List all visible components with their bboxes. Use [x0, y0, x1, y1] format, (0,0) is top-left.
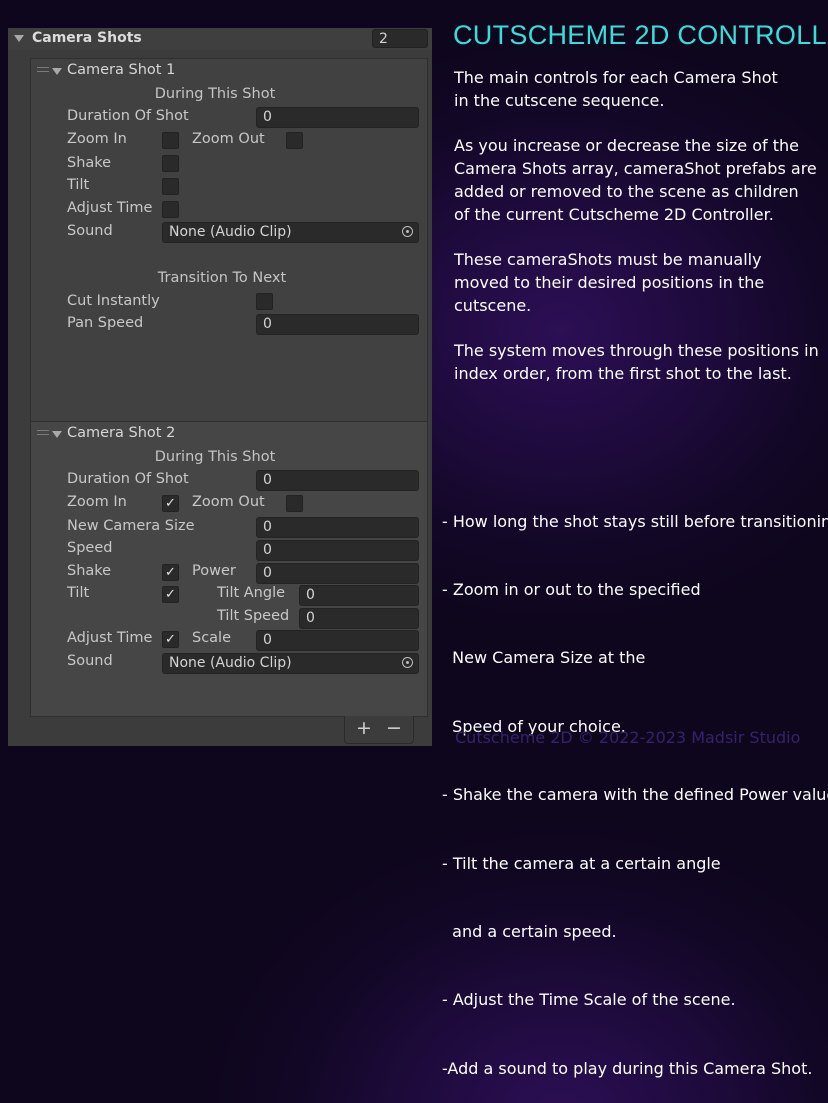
adjust-time-checkbox[interactable]: ✓	[162, 631, 179, 648]
speed-label: Speed	[67, 540, 113, 556]
tilt-angle-field[interactable]: 0	[299, 585, 419, 606]
during-this-shot-header: During This Shot	[154, 86, 276, 102]
shake-label: Shake	[67, 563, 112, 579]
object-picker-icon[interactable]	[402, 657, 413, 668]
zoom-in-label: Zoom In	[67, 131, 127, 147]
array-size-field[interactable]: 2	[372, 29, 428, 48]
list-item: and a certain speed.	[442, 921, 617, 941]
shake-checkbox[interactable]: ✓	[162, 564, 179, 581]
shake-label: Shake	[67, 155, 112, 171]
list-item: - How long the shot stays still before t…	[442, 511, 828, 531]
zoom-in-label: Zoom In	[67, 494, 127, 510]
tilt-angle-label: Tilt Angle	[217, 585, 286, 601]
power-label: Power	[192, 563, 236, 579]
foldout-arrow-icon[interactable]	[52, 431, 62, 438]
list-item: - Zoom in or out to the specified	[442, 579, 701, 599]
new-camera-size-field[interactable]: 0	[256, 517, 419, 538]
sound-value: None (Audio Clip)	[169, 655, 292, 671]
zoom-out-label: Zoom Out	[192, 494, 265, 510]
speed-field[interactable]: 0	[256, 540, 419, 561]
list-item: New Camera Size at the	[442, 648, 646, 668]
remove-element-button[interactable]: −	[384, 717, 404, 739]
zoom-out-checkbox[interactable]	[286, 495, 303, 512]
camera-shots-inspector: Camera Shots 2 Camera Shot 1 During This…	[8, 28, 432, 746]
sound-label: Sound	[67, 223, 113, 239]
doc-paragraph-1: The main controls for each Camera Shot i…	[454, 68, 778, 110]
duration-field[interactable]: 0	[256, 107, 419, 128]
pan-speed-label: Pan Speed	[67, 315, 144, 331]
sound-label: Sound	[67, 653, 113, 669]
list-item: - Shake the camera with the defined Powe…	[442, 785, 828, 805]
drag-handle-icon[interactable]	[37, 430, 49, 435]
shot-title: Camera Shot 1	[67, 62, 176, 78]
pan-speed-field[interactable]: 0	[256, 314, 419, 335]
camera-shots-header[interactable]: Camera Shots 2	[8, 28, 432, 50]
shake-checkbox[interactable]	[162, 155, 179, 172]
list-item: - Tilt the camera at a certain angle	[442, 853, 721, 873]
adjust-time-checkbox[interactable]	[162, 201, 179, 218]
drag-handle-icon[interactable]	[37, 67, 49, 72]
object-picker-icon[interactable]	[402, 226, 413, 237]
transition-to-next-header: Transition To Next	[157, 270, 287, 286]
tilt-checkbox[interactable]: ✓	[162, 586, 179, 603]
power-field[interactable]: 0	[256, 563, 419, 584]
zoom-in-checkbox[interactable]	[162, 132, 179, 149]
sound-object-field[interactable]: None (Audio Clip)	[162, 222, 419, 243]
sound-object-field[interactable]: None (Audio Clip)	[162, 653, 419, 674]
camera-shots-label: Camera Shots	[32, 30, 142, 46]
adjust-time-label: Adjust Time	[67, 200, 153, 216]
cut-instantly-label: Cut Instantly	[67, 293, 160, 309]
sound-value: None (Audio Clip)	[169, 224, 292, 240]
duration-label: Duration Of Shot	[67, 471, 189, 487]
doc-paragraph-4: The system moves through these positions…	[454, 341, 819, 383]
array-footer-buttons: + −	[344, 716, 414, 744]
copyright-text: Cutscheme 2D © 2022-2023 Madsir Studio	[455, 728, 801, 747]
zoom-out-checkbox[interactable]	[286, 132, 303, 149]
adjust-time-label: Adjust Time	[67, 630, 153, 646]
tilt-label: Tilt	[67, 585, 90, 601]
cut-instantly-checkbox[interactable]	[256, 293, 273, 310]
shot-title: Camera Shot 2	[67, 425, 176, 441]
duration-label: Duration Of Shot	[67, 108, 189, 124]
add-element-button[interactable]: +	[354, 717, 374, 739]
during-this-shot-header: During This Shot	[154, 449, 276, 465]
new-camera-size-label: New Camera Size	[67, 518, 195, 534]
duration-field[interactable]: 0	[256, 470, 419, 491]
scale-field[interactable]: 0	[256, 630, 419, 651]
tilt-speed-field[interactable]: 0	[299, 608, 419, 629]
zoom-out-label: Zoom Out	[192, 131, 265, 147]
doc-title: CUTSCHEME 2D CONTROLLER	[453, 20, 828, 50]
foldout-arrow-icon[interactable]	[14, 35, 24, 42]
field-description-list: - How long the shot stays still before t…	[442, 465, 828, 1103]
tilt-label: Tilt	[67, 177, 90, 193]
scale-label: Scale	[192, 630, 232, 646]
camera-shot-1-panel: Camera Shot 1 During This Shot Duration …	[30, 58, 428, 422]
list-item: -Add a sound to play during this Camera …	[442, 1058, 813, 1078]
foldout-arrow-icon[interactable]	[52, 68, 62, 75]
list-item: - Adjust the Time Scale of the scene.	[442, 990, 736, 1010]
doc-paragraph-2: As you increase or decrease the size of …	[454, 136, 817, 224]
tilt-checkbox[interactable]	[162, 178, 179, 195]
zoom-in-checkbox[interactable]: ✓	[162, 495, 179, 512]
doc-paragraph-3: These cameraShots must be manually moved…	[454, 250, 765, 315]
tilt-speed-label: Tilt Speed	[217, 608, 290, 624]
camera-shot-2-panel: Camera Shot 2 During This Shot Duration …	[30, 421, 428, 717]
